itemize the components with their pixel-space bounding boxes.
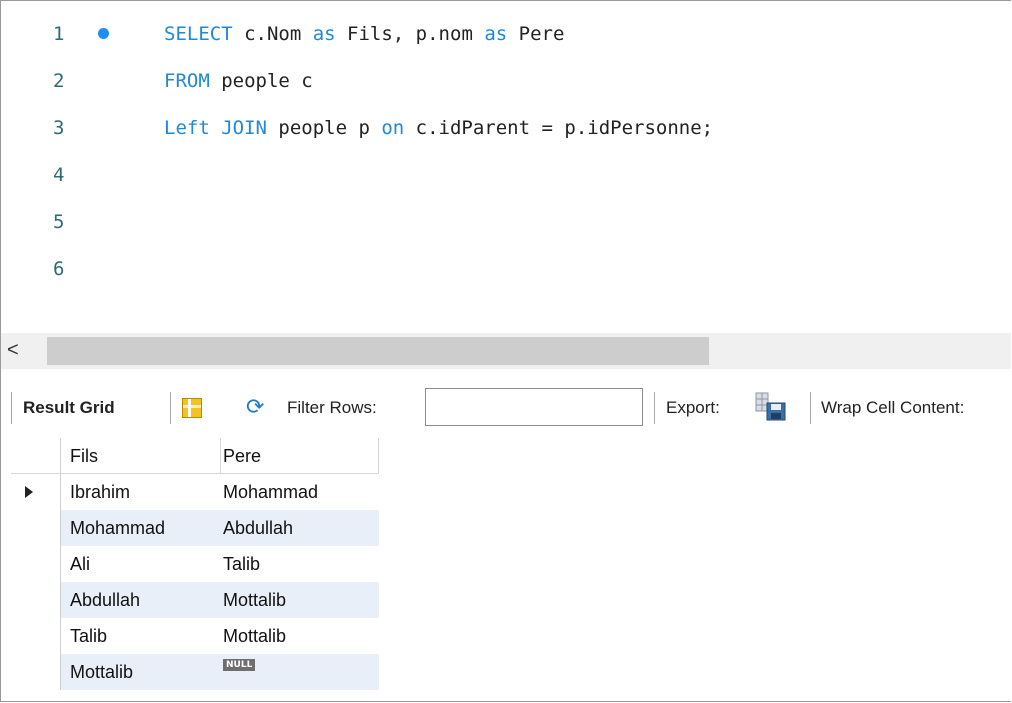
cell-pere[interactable]: NULL	[221, 654, 379, 690]
export-label: Export:	[666, 398, 720, 417]
sql-keyword: as	[312, 23, 336, 45]
horizontal-scrollbar[interactable]: <	[1, 333, 1011, 369]
sql-keyword: SELECT	[164, 23, 233, 45]
code-line[interactable]: 3 Left JOIN people p on c.idParent = p.id…	[1, 113, 1011, 143]
statement-marker-icon	[98, 28, 109, 39]
sql-keyword: on	[381, 117, 405, 139]
code-text[interactable]: FROM people c	[164, 66, 313, 96]
row-selector[interactable]	[11, 618, 61, 654]
line-number: 4	[53, 164, 65, 186]
sql-editor[interactable]: 1 SELECT c.Nom as Fils, p.nom as Pere 2 FRO…	[1, 1, 1011, 331]
row-selector[interactable]	[11, 654, 61, 690]
cell-fils[interactable]: Mohammad	[61, 510, 221, 546]
row-selector[interactable]	[11, 474, 61, 510]
code-line[interactable]: 5	[1, 207, 1011, 237]
null-badge: NULL	[223, 659, 256, 671]
row-selector[interactable]	[11, 582, 61, 618]
sql-text: people p	[266, 117, 382, 139]
column-header-fils[interactable]: Fils	[61, 438, 221, 474]
line-number: 6	[53, 258, 65, 280]
cell-pere[interactable]: Talib	[221, 546, 379, 582]
line-number: 2	[53, 70, 65, 92]
code-line[interactable]: 2 FROM people c	[1, 66, 1011, 96]
toolbar-separator	[170, 392, 171, 424]
sql-keyword: Left JOIN	[164, 117, 267, 139]
code-line[interactable]: 6	[1, 254, 1011, 284]
sql-text: Fils, p.nom	[335, 23, 485, 45]
scroll-left-arrow-icon[interactable]: <	[7, 338, 19, 362]
sql-keyword: as	[484, 23, 508, 45]
grid-layout-icon[interactable]	[182, 398, 202, 418]
result-grid-tab[interactable]: Result Grid	[23, 398, 115, 418]
line-number: 5	[53, 211, 65, 233]
cell-fils[interactable]: Ali	[61, 546, 221, 582]
current-row-indicator-icon	[25, 486, 33, 498]
toolbar-separator	[11, 392, 12, 424]
code-line[interactable]: 4	[1, 160, 1011, 190]
refresh-icon[interactable]: ⟳	[246, 394, 264, 420]
code-text[interactable]: Left JOIN people p on c.idParent = p.idP…	[164, 113, 713, 143]
line-number: 3	[53, 117, 65, 139]
sql-keyword: FROM	[164, 70, 210, 92]
cell-fils[interactable]: Talib	[61, 618, 221, 654]
cell-pere[interactable]: Mottalib	[221, 582, 379, 618]
line-number: 1	[53, 23, 65, 45]
column-header-pere[interactable]: Pere	[221, 438, 379, 474]
cell-fils[interactable]: Mottalib	[61, 654, 221, 690]
sql-text: Pere	[507, 23, 565, 45]
toolbar-separator	[654, 392, 655, 424]
wrap-cell-content-label[interactable]: Wrap Cell Content:	[821, 398, 964, 418]
filter-rows-input[interactable]	[425, 388, 643, 426]
sql-text: people c	[209, 70, 313, 92]
sql-text: c.idParent = p.idPersonne;	[404, 117, 714, 139]
row-selector[interactable]	[11, 510, 61, 546]
row-header-corner[interactable]	[11, 438, 61, 474]
cell-pere[interactable]: Mohammad	[221, 474, 379, 510]
row-selector[interactable]	[11, 546, 61, 582]
code-line[interactable]: 1 SELECT c.Nom as Fils, p.nom as Pere	[1, 19, 1011, 49]
cell-fils[interactable]: Ibrahim	[61, 474, 221, 510]
code-text[interactable]: SELECT c.Nom as Fils, p.nom as Pere	[164, 19, 564, 49]
scrollbar-thumb[interactable]	[47, 337, 709, 365]
filter-rows-label: Filter Rows:	[287, 398, 377, 417]
sql-text: c.Nom	[232, 23, 313, 45]
cell-fils[interactable]: Abdullah	[61, 582, 221, 618]
export-save-icon[interactable]	[755, 392, 787, 422]
cell-pere[interactable]: Mottalib	[221, 618, 379, 654]
toolbar-separator	[810, 392, 811, 424]
result-toolbar: Result Grid ⟳ Filter Rows: Export: Wrap …	[1, 384, 1011, 434]
cell-pere[interactable]: Abdullah	[221, 510, 379, 546]
